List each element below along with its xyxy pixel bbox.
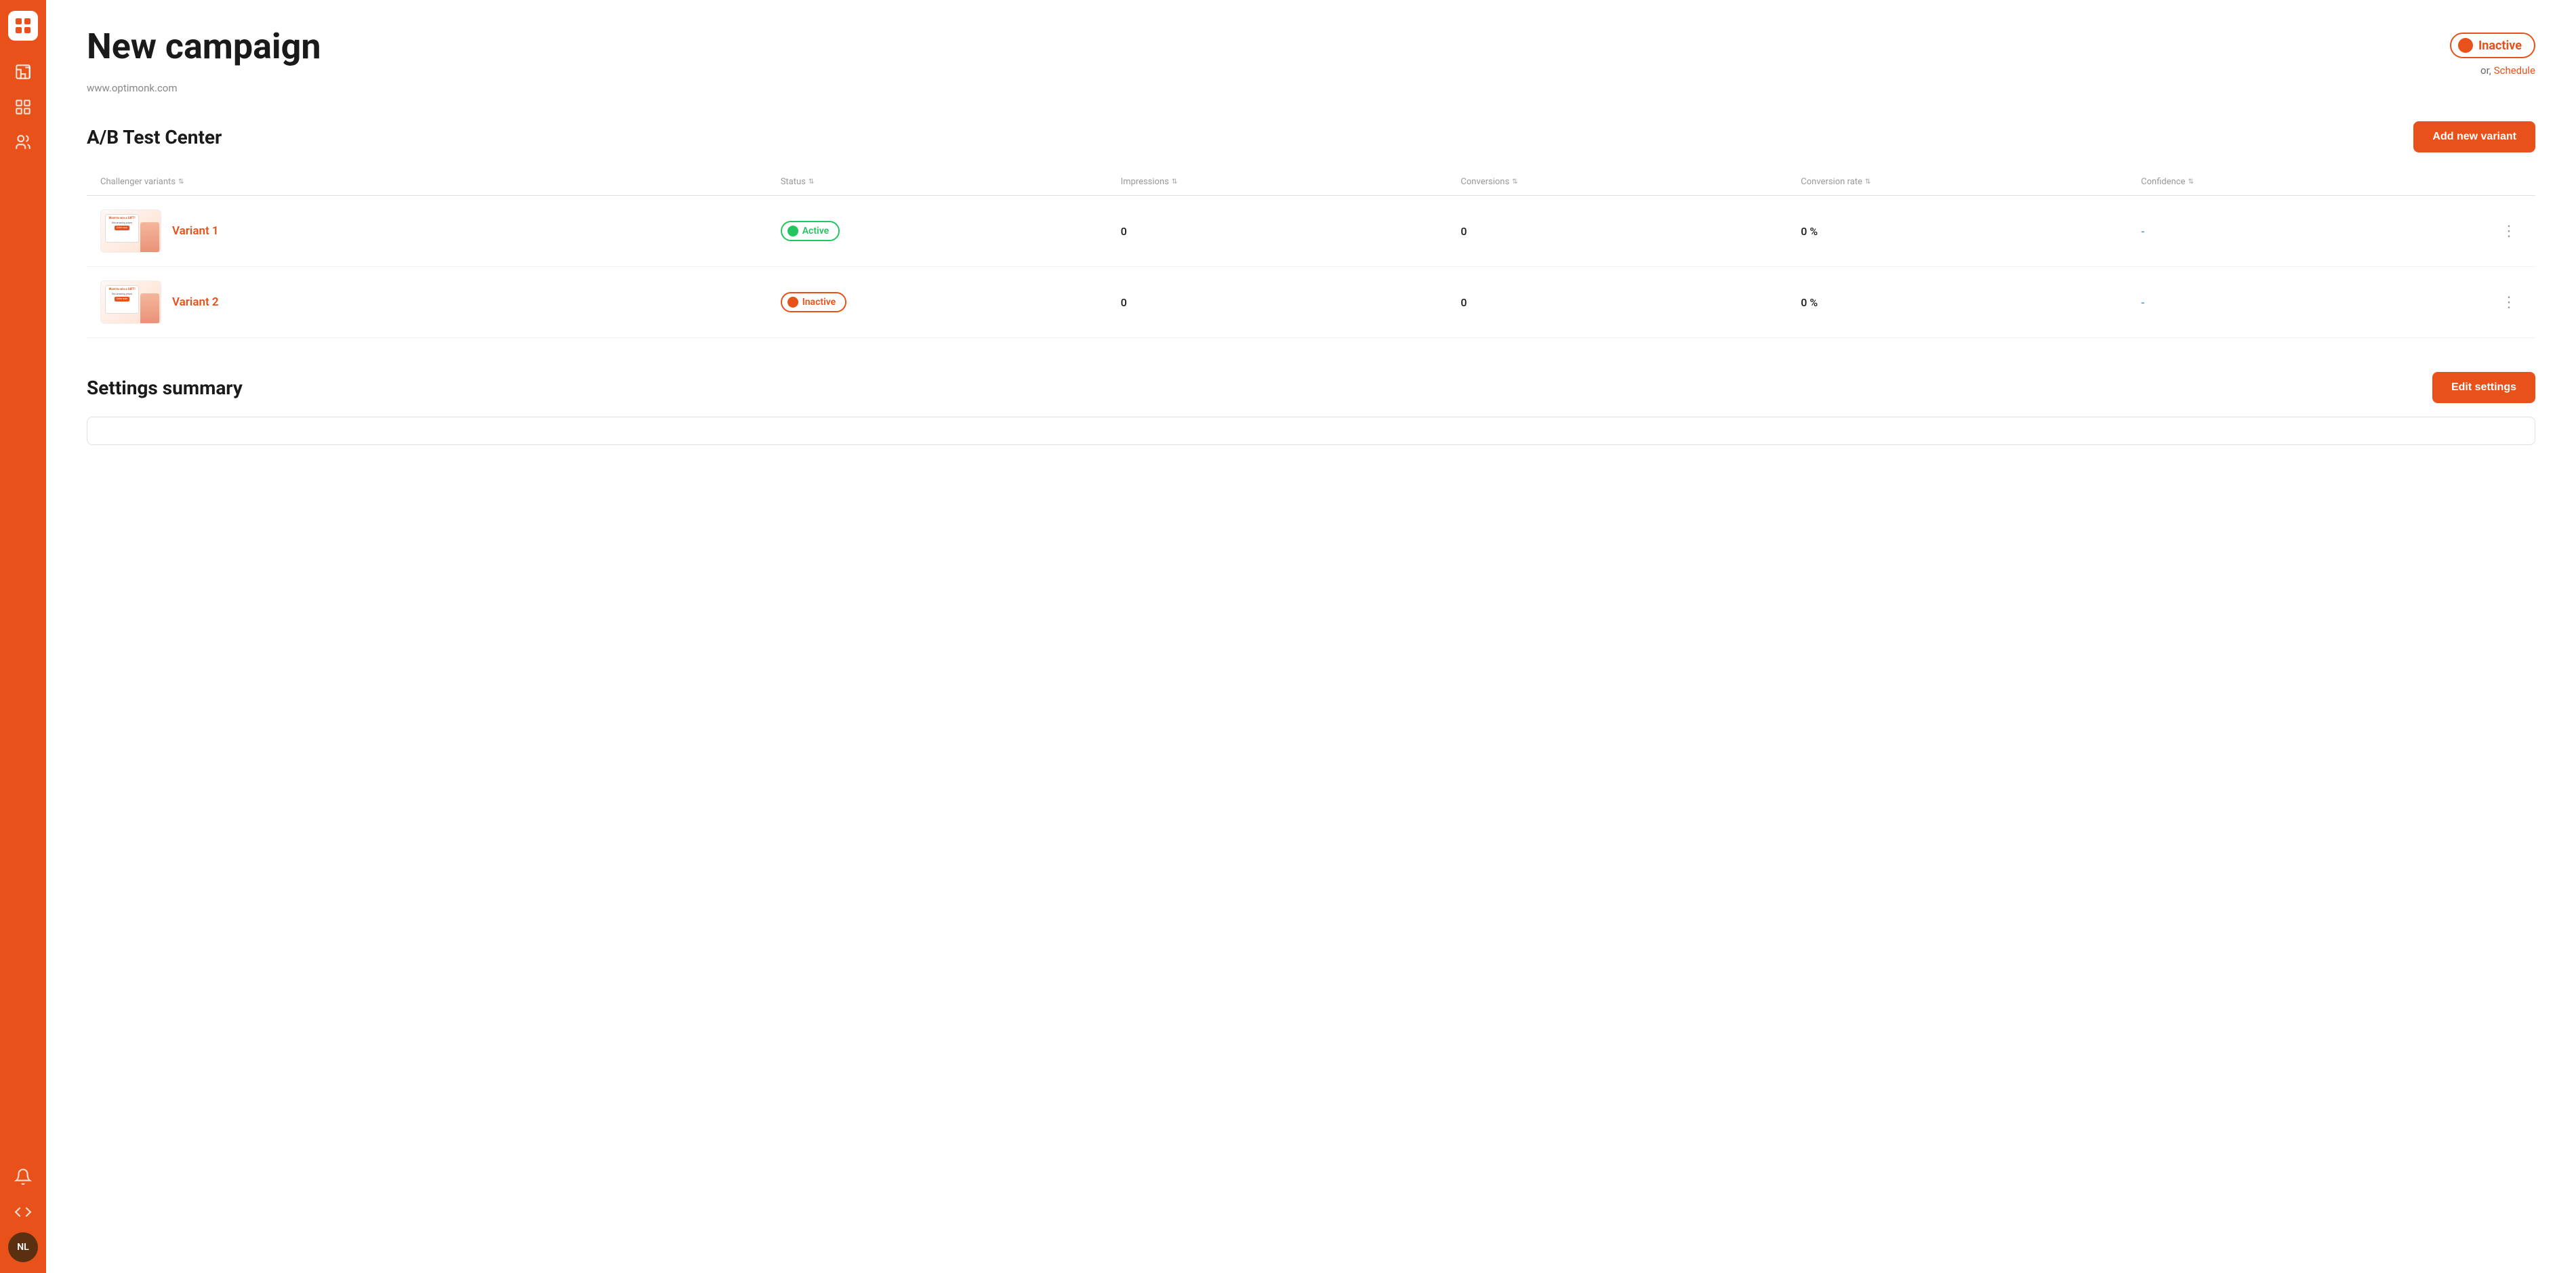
impressions-cell-2: 0 [1121, 296, 1461, 309]
status-cell-1: Active [781, 221, 1121, 241]
sort-icon-conversions[interactable]: ⇅ [1512, 178, 1517, 186]
actions-cell-1: ⋮ [2481, 220, 2522, 243]
variant-cell-2: Want to win a GIFT! Win amazing prizes E… [100, 280, 781, 324]
inactive-label: Inactive [802, 297, 836, 308]
impressions-cell-1: 0 [1121, 225, 1461, 238]
status-dot-red [2458, 38, 2473, 53]
col-conversion-rate: Conversion rate ⇅ [1801, 177, 2141, 187]
variant-thumbnail-2: Want to win a GIFT! Win amazing prizes E… [100, 280, 161, 324]
sidebar-logo[interactable] [8, 11, 38, 41]
variant-status-active[interactable]: Active [781, 221, 840, 241]
variant-thumbnail-1: Want to win a GIFT! Win amazing prizes E… [100, 209, 161, 253]
table-row: Want to win a GIFT! Win amazing prizes E… [87, 267, 2535, 338]
sidebar-item-analytics[interactable] [8, 57, 38, 87]
page-header: New campaign Inactive or, Schedule [87, 27, 2535, 77]
ab-test-title: A/B Test Center [87, 126, 222, 148]
sort-icon-conversion-rate[interactable]: ⇅ [1865, 178, 1870, 186]
col-actions [2481, 177, 2522, 187]
confidence-cell-2: - [2141, 296, 2481, 309]
row-menu-1[interactable]: ⋮ [2496, 220, 2522, 243]
conversions-cell-1: 0 [1460, 225, 1801, 238]
main-content: New campaign Inactive or, Schedule www.o… [46, 0, 2576, 1273]
thumbnail-inner-1: Want to win a GIFT! Win amazing prizes E… [101, 210, 161, 252]
col-confidence: Confidence ⇅ [2141, 177, 2481, 187]
row-menu-2[interactable]: ⋮ [2496, 291, 2522, 314]
thumbnail-popup-1: Want to win a GIFT! Win amazing prizes E… [105, 214, 139, 243]
variant-cell-1: Want to win a GIFT! Win amazing prizes E… [100, 209, 781, 253]
sort-icon-challenger[interactable]: ⇅ [178, 178, 184, 186]
add-variant-button[interactable]: Add new variant [2413, 121, 2535, 152]
settings-title: Settings summary [87, 377, 243, 399]
active-label: Active [802, 226, 829, 236]
page-title: New campaign [87, 27, 321, 66]
thumbnail-inner-2: Want to win a GIFT! Win amazing prizes E… [101, 281, 161, 323]
variant-name-1[interactable]: Variant 1 [172, 224, 219, 238]
sidebar-item-campaigns[interactable] [8, 92, 38, 122]
conversion-rate-cell-2: 0 % [1801, 296, 2141, 309]
col-status: Status ⇅ [781, 177, 1121, 187]
status-cell-2: Inactive [781, 292, 1121, 312]
sort-icon-confidence[interactable]: ⇅ [2188, 178, 2194, 186]
confidence-cell-1: - [2141, 225, 2481, 238]
sidebar-item-code[interactable] [8, 1197, 38, 1227]
table-row: Want to win a GIFT! Win amazing prizes E… [87, 196, 2535, 267]
sidebar: NL [0, 0, 46, 1273]
status-area: Inactive or, Schedule [2450, 27, 2535, 77]
conversions-cell-2: 0 [1460, 296, 1801, 309]
actions-cell-2: ⋮ [2481, 291, 2522, 314]
campaign-status-label: Inactive [2478, 39, 2522, 53]
conversion-rate-cell-1: 0 % [1801, 225, 2141, 238]
settings-box [87, 417, 2535, 445]
dot-red-2 [788, 297, 798, 308]
campaign-domain: www.optimonk.com [87, 82, 2535, 94]
settings-header: Settings summary Edit settings [87, 372, 2535, 403]
col-impressions: Impressions ⇅ [1121, 177, 1461, 187]
user-avatar[interactable]: NL [8, 1232, 38, 1262]
sort-icon-impressions[interactable]: ⇅ [1172, 178, 1177, 186]
sidebar-item-notifications[interactable] [8, 1162, 38, 1192]
thumbnail-person-2 [140, 293, 159, 323]
campaign-status-badge[interactable]: Inactive [2450, 33, 2535, 58]
schedule-row: or, Schedule [2480, 64, 2535, 77]
variant-name-2[interactable]: Variant 2 [172, 295, 219, 309]
col-challenger-variants: Challenger variants ⇅ [100, 177, 781, 187]
thumbnail-popup-2: Want to win a GIFT! Win amazing prizes E… [105, 285, 139, 314]
edit-settings-button[interactable]: Edit settings [2432, 372, 2535, 403]
schedule-prefix: or, [2480, 64, 2491, 77]
sidebar-item-users[interactable] [8, 127, 38, 157]
variant-status-inactive[interactable]: Inactive [781, 292, 846, 312]
col-conversions: Conversions ⇅ [1460, 177, 1801, 187]
sort-icon-status[interactable]: ⇅ [809, 178, 814, 186]
ab-test-section-header: A/B Test Center Add new variant [87, 121, 2535, 152]
schedule-link[interactable]: Schedule [2494, 64, 2535, 77]
settings-section: Settings summary Edit settings [87, 372, 2535, 445]
table-header: Challenger variants ⇅ Status ⇅ Impressio… [87, 169, 2535, 196]
dot-green-1 [788, 226, 798, 236]
thumbnail-person-1 [140, 222, 159, 252]
